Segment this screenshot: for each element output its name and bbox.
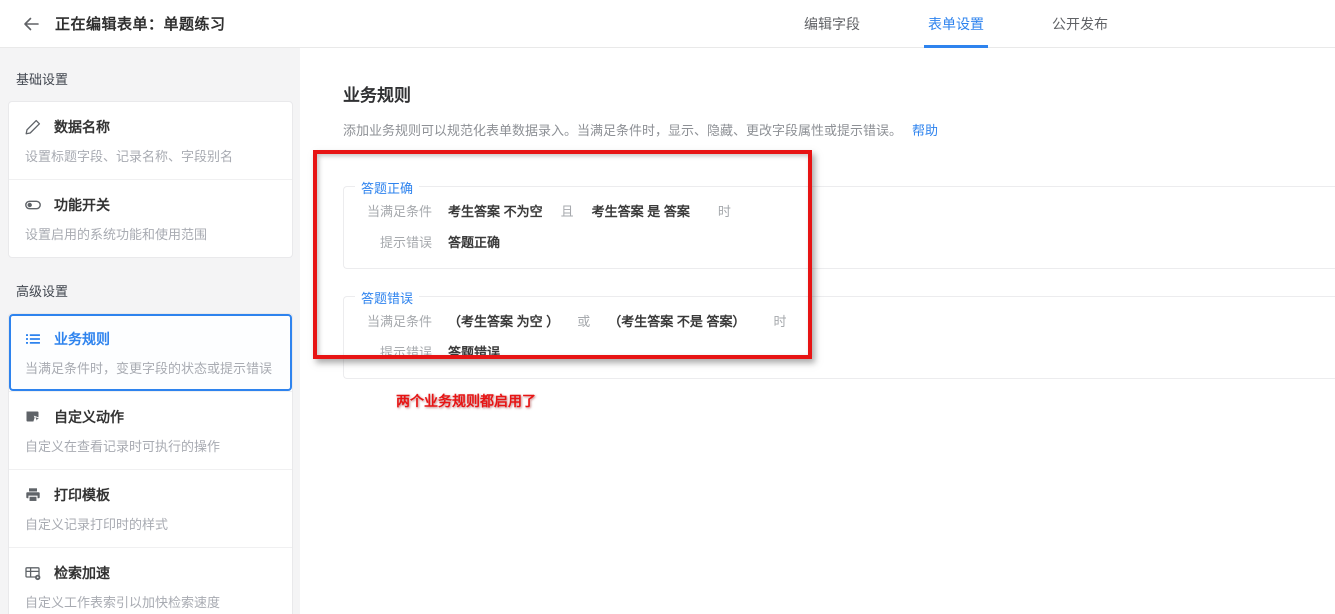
condition-label: 当满足条件 xyxy=(366,204,432,219)
condition-values: （考生答案 为空 ） 或 （考生答案 不是 答案） 时 xyxy=(448,314,787,329)
sidebar-item-label: 业务规则 xyxy=(54,331,110,347)
sidebar-item-label: 打印模板 xyxy=(54,487,110,503)
sidebar-item-label: 数据名称 xyxy=(54,119,110,135)
sidebar-item-subtitle: 自定义记录打印时的样式 xyxy=(25,517,169,532)
main-panel: 业务规则 添加业务规则可以规范化表单数据录入。当满足条件时，显示、隐藏、更改字段… xyxy=(300,48,1335,614)
error-label: 提示错误 xyxy=(379,235,432,250)
error-values: 答题错误 xyxy=(448,345,500,360)
condition-field: （考生答案 不是 答案） xyxy=(608,314,746,329)
rule-name-link[interactable]: 答题错误 xyxy=(355,288,420,307)
sidebar-item-label: 自定义动作 xyxy=(54,409,124,425)
rule-error-row: 提示错误 答题错误 xyxy=(344,345,1335,360)
annotation-text: 两个业务规则都启用了 xyxy=(396,393,536,409)
rule-name-link[interactable]: 答题正确 xyxy=(355,178,420,197)
sidebar-item-subtitle: 设置标题字段、记录名称、字段别名 xyxy=(25,149,234,164)
cursor-action-icon xyxy=(25,409,41,425)
tab-publish[interactable]: 公开发布 xyxy=(1050,0,1110,48)
item-head: 功能开关 xyxy=(25,195,276,215)
header-bar: 正在编辑表单：单题练习 编辑字段 表单设置 公开发布 xyxy=(0,0,1335,48)
condition-label: 当满足条件 xyxy=(366,314,432,329)
error-message: 答题错误 xyxy=(448,345,501,360)
condition-field: （考生答案 为空 ） xyxy=(448,314,560,329)
toggle-icon xyxy=(25,197,41,213)
item-head: 数据名称 xyxy=(25,117,276,137)
sidebar-item-label: 功能开关 xyxy=(54,197,110,213)
header-tabs: 编辑字段 表单设置 公开发布 xyxy=(802,0,1110,48)
tab-form-settings[interactable]: 表单设置 xyxy=(924,0,988,48)
sidebar-item-subtitle: 自定义工作表索引以加快检索速度 xyxy=(25,595,221,610)
rule-condition-row: 当满足条件 考生答案 不为空 且 考生答案 是 答案 时 xyxy=(344,204,1335,219)
sidebar-item-search-acceleration[interactable]: 检索加速 自定义工作表索引以加快检索速度 xyxy=(9,547,292,614)
table-index-icon xyxy=(25,565,41,581)
rule-condition-row: 当满足条件 （考生答案 为空 ） 或 （考生答案 不是 答案） 时 xyxy=(344,314,1335,329)
page-description: 添加业务规则可以规范化表单数据录入。当满足条件时，显示、隐藏、更改字段属性或提示… xyxy=(343,120,1335,139)
item-head: 打印模板 xyxy=(25,485,276,505)
rule-card-correct: 答题正确 当满足条件 考生答案 不为空 且 考生答案 是 答案 时 提示错误 答… xyxy=(343,178,1335,269)
condition-when: 时 xyxy=(773,314,787,329)
condition-values: 考生答案 不为空 且 考生答案 是 答案 时 xyxy=(448,204,731,219)
basic-settings-card: 数据名称 设置标题字段、记录名称、字段别名 功能开关 设置启用的系统功能和使用范… xyxy=(8,101,293,258)
sidebar-item-subtitle: 设置启用的系统功能和使用范围 xyxy=(25,227,208,242)
rule-error-row: 提示错误 答题正确 xyxy=(344,235,1335,250)
help-link[interactable]: 帮助 xyxy=(912,123,938,138)
condition-conjunction: 或 xyxy=(577,314,591,329)
tab-edit-fields[interactable]: 编辑字段 xyxy=(802,0,862,48)
sidebar-item-business-rules[interactable]: 业务规则 当满足条件时，变更字段的状态或提示错误 xyxy=(9,314,292,391)
error-message: 答题正确 xyxy=(448,235,501,250)
sidebar-item-data-name[interactable]: 数据名称 设置标题字段、记录名称、字段别名 xyxy=(9,102,292,179)
content-area: 基础设置 数据名称 设置标题字段、记录名称、字段别名 功能开关 设置启用的系统功… xyxy=(0,48,1335,614)
back-arrow-icon xyxy=(24,17,39,30)
sidebar-item-feature-switch[interactable]: 功能开关 设置启用的系统功能和使用范围 xyxy=(9,179,292,257)
section-label-advanced: 高级设置 xyxy=(16,284,69,299)
page-heading: 业务规则 xyxy=(343,86,411,105)
condition-field: 考生答案 不为空 xyxy=(448,204,543,219)
section-label-basic: 基础设置 xyxy=(16,72,69,87)
error-values: 答题正确 xyxy=(448,235,500,250)
error-label: 提示错误 xyxy=(379,345,432,360)
condition-when: 时 xyxy=(717,204,731,219)
printer-icon xyxy=(25,487,41,503)
rule-card-wrong: 答题错误 当满足条件 （考生答案 为空 ） 或 （考生答案 不是 答案） 时 提… xyxy=(343,288,1335,379)
header-left: 正在编辑表单：单题练习 xyxy=(0,13,226,34)
back-button[interactable] xyxy=(22,15,40,33)
description-text: 添加业务规则可以规范化表单数据录入。当满足条件时，显示、隐藏、更改字段属性或提示… xyxy=(343,123,903,138)
sidebar-item-custom-action[interactable]: 自定义动作 自定义在查看记录时可执行的操作 xyxy=(9,391,292,469)
item-head: 业务规则 xyxy=(25,329,276,349)
advanced-settings-card: 业务规则 当满足条件时，变更字段的状态或提示错误 自定义动作 自定义在查看记录时… xyxy=(8,313,293,614)
sidebar-item-label: 检索加速 xyxy=(54,565,110,581)
page-title: 正在编辑表单：单题练习 xyxy=(55,16,226,33)
pencil-icon xyxy=(25,119,41,135)
condition-field: 考生答案 是 答案 xyxy=(591,204,690,219)
sidebar-item-subtitle: 自定义在查看记录时可执行的操作 xyxy=(25,439,221,454)
settings-sidebar: 基础设置 数据名称 设置标题字段、记录名称、字段别名 功能开关 设置启用的系统功… xyxy=(0,48,300,614)
list-icon xyxy=(25,331,41,347)
sidebar-item-subtitle: 当满足条件时，变更字段的状态或提示错误 xyxy=(25,361,273,376)
condition-conjunction: 且 xyxy=(560,204,574,219)
item-head: 检索加速 xyxy=(25,563,276,583)
sidebar-item-print-template[interactable]: 打印模板 自定义记录打印时的样式 xyxy=(9,469,292,547)
item-head: 自定义动作 xyxy=(25,407,276,427)
